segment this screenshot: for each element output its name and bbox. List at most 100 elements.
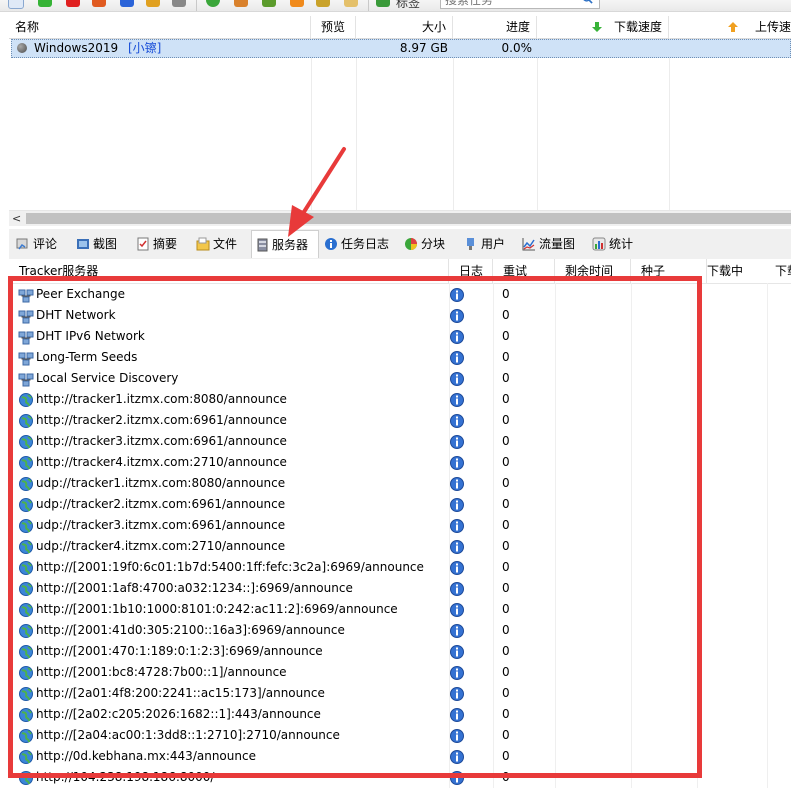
info-icon[interactable] <box>449 350 465 366</box>
tab-traffic-chart[interactable]: 流量图 <box>519 232 587 256</box>
tracker-row[interactable]: http://[2001:19f0:6c01:1b7d:5400:1ff:fef… <box>9 557 609 578</box>
start-icon[interactable] <box>38 0 52 7</box>
tag-icon[interactable] <box>376 0 390 7</box>
info-icon[interactable] <box>449 518 465 534</box>
tracker-row[interactable]: http://[2001:bc8:4728:7b00::1]/announce 0 <box>9 662 609 683</box>
tracker-row[interactable]: DHT Network 0 <box>9 305 609 326</box>
info-icon[interactable] <box>449 665 465 681</box>
tools-icon[interactable] <box>316 0 330 7</box>
tracker-row[interactable]: udp://tracker2.itzmx.com:6961/announce 0 <box>9 494 609 515</box>
schedule-icon[interactable] <box>206 0 220 7</box>
column-time-left[interactable]: 剩余时间 <box>555 259 631 283</box>
search-input[interactable] <box>440 0 600 9</box>
tab-screenshots[interactable]: 截图 <box>73 232 129 256</box>
scroll-left-icon[interactable]: < <box>12 211 21 226</box>
column-seeds[interactable]: 种子 <box>631 259 707 283</box>
tracker-row[interactable]: http://104.238.198.186:8000/0 <box>9 767 609 788</box>
traffic-chart-icon <box>522 238 535 251</box>
info-icon[interactable] <box>449 749 465 765</box>
column-downloading[interactable]: 下载中 <box>697 259 767 283</box>
info-icon[interactable] <box>449 371 465 387</box>
info-icon[interactable] <box>449 308 465 324</box>
column-progress[interactable]: 进度 <box>453 16 537 38</box>
tab-files[interactable]: 文件 <box>193 232 249 256</box>
column-tracker-server[interactable]: Tracker服务器 <box>9 259 449 283</box>
info-icon[interactable] <box>449 560 465 576</box>
info-icon[interactable] <box>449 770 465 786</box>
tag-button-label[interactable]: 标签 <box>396 0 420 11</box>
tracker-row[interactable]: http://tracker4.itzmx.com:2710/announce 0 <box>9 452 609 473</box>
column-name[interactable]: 名称 <box>9 16 311 38</box>
info-icon[interactable] <box>449 686 465 702</box>
tracker-row[interactable]: http://[2001:41d0:305:2100::16a3]:6969/a… <box>9 620 609 641</box>
search-icon[interactable] <box>582 0 593 4</box>
tracker-row[interactable]: udp://tracker3.itzmx.com:6961/announce 0 <box>9 515 609 536</box>
tracker-row[interactable]: http://tracker3.itzmx.com:6961/announce 0 <box>9 431 609 452</box>
tracker-row[interactable]: Peer Exchange 0 <box>9 284 609 305</box>
info-icon[interactable] <box>449 623 465 639</box>
tab-summary[interactable]: 摘要 <box>133 232 189 256</box>
stop-icon[interactable] <box>120 0 134 7</box>
info-icon[interactable] <box>449 644 465 660</box>
tracker-row[interactable]: http://[2001:470:1:189:0:1:2:3]:6969/ann… <box>9 641 609 662</box>
tracker-retry: 0 <box>502 644 510 658</box>
info-icon[interactable] <box>449 287 465 303</box>
info-icon[interactable] <box>449 476 465 492</box>
tab-statistics[interactable]: 统计 <box>589 232 645 256</box>
globe-icon <box>19 540 33 554</box>
tab-servers[interactable]: 服务器 <box>251 230 319 258</box>
rss-icon[interactable] <box>290 0 304 7</box>
tracker-row[interactable]: http://[2001:1af8:4700:a032:1234::]:6969… <box>9 578 609 599</box>
tracker-row[interactable]: udp://tracker4.itzmx.com:2710/announce 0 <box>9 536 609 557</box>
tab-task-log[interactable]: 任务日志 <box>321 232 399 256</box>
tracker-row[interactable]: http://0d.kebhana.mx:443/announce 0 <box>9 746 609 767</box>
column-download-speed[interactable]: 下载速度 <box>537 16 669 38</box>
info-icon[interactable] <box>449 539 465 555</box>
sort-icon[interactable] <box>172 0 186 7</box>
export-icon[interactable] <box>262 0 276 7</box>
new-task-icon[interactable] <box>8 0 24 9</box>
tracker-row[interactable]: http://[2a02:c205:2026:1682::1]:443/anno… <box>9 704 609 725</box>
info-icon[interactable] <box>449 392 465 408</box>
tab-users[interactable]: 用户 <box>461 232 517 256</box>
tracker-row[interactable]: http://tracker2.itzmx.com:6961/announce 0 <box>9 410 609 431</box>
info-icon[interactable] <box>449 581 465 597</box>
tracker-row[interactable]: Local Service Discovery 0 <box>9 368 609 389</box>
network-icon <box>18 289 34 303</box>
import-icon[interactable] <box>234 0 248 7</box>
move-down-icon[interactable] <box>92 0 106 7</box>
tracker-row[interactable]: http://[2a04:ac00:1:3dd8::1:2710]:2710/a… <box>9 725 609 746</box>
info-icon[interactable] <box>449 329 465 345</box>
horizontal-scrollbar[interactable]: < <box>9 210 791 226</box>
column-preview[interactable]: 预览 <box>311 16 356 38</box>
tracker-row[interactable]: http://tracker1.itzmx.com:8080/announce 0 <box>9 389 609 410</box>
tracker-row[interactable]: http://[2001:1b10:1000:8101:0:242:ac11:2… <box>9 599 609 620</box>
delete-icon[interactable] <box>66 0 80 7</box>
info-icon[interactable] <box>449 413 465 429</box>
column-upload-speed[interactable]: 上传速 <box>669 16 791 38</box>
info-icon[interactable] <box>449 497 465 513</box>
task-tag[interactable]: [小镲] <box>128 41 161 55</box>
tracker-row[interactable]: Long-Term Seeds 0 <box>9 347 609 368</box>
tracker-row[interactable]: http://[2a01:4f8:200:2241::ac15:173]/ann… <box>9 683 609 704</box>
tracker-row[interactable]: DHT IPv6 Network 0 <box>9 326 609 347</box>
info-icon[interactable] <box>449 602 465 618</box>
scrollbar-thumb[interactable] <box>26 213 791 224</box>
column-size[interactable]: 大小 <box>356 16 453 38</box>
column-retry[interactable]: 重试 <box>493 259 555 283</box>
task-row[interactable]: Windows2019 [小镲] 8.97 GB 0.0% <box>11 39 791 58</box>
tracker-retry: 0 <box>502 371 510 385</box>
info-icon[interactable] <box>449 728 465 744</box>
tracker-row[interactable]: udp://tracker1.itzmx.com:8080/announce 0 <box>9 473 609 494</box>
tracker-url: DHT Network <box>36 308 116 322</box>
column-log[interactable]: 日志 <box>449 259 493 283</box>
network-icon <box>18 373 34 387</box>
move-icon[interactable] <box>146 0 160 7</box>
tab-pieces[interactable]: 分块 <box>401 232 457 256</box>
info-icon[interactable] <box>449 434 465 450</box>
settings-icon[interactable] <box>344 0 358 7</box>
tab-comments[interactable]: 评论 <box>13 232 69 256</box>
column-downloads[interactable]: 下载 <box>767 259 791 283</box>
info-icon[interactable] <box>449 455 465 471</box>
info-icon[interactable] <box>449 707 465 723</box>
